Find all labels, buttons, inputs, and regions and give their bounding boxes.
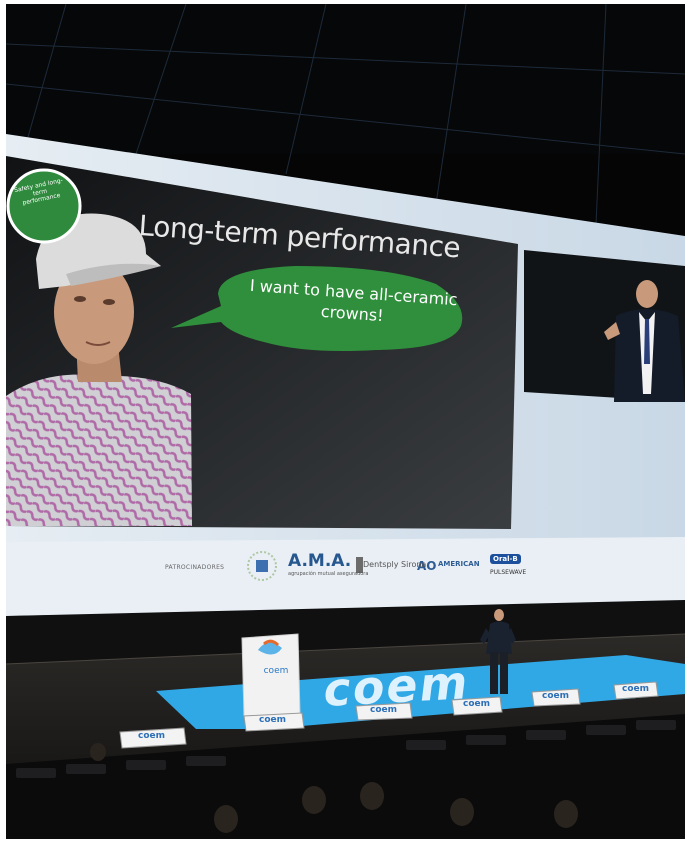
sponsor-ama-tagline: agrupación mutual aseguradora: [288, 571, 369, 577]
sponsor-oralb-logo: Oral-B: [490, 554, 521, 564]
floor-mat-logo: coem: [320, 654, 474, 718]
podium-logo: coem: [263, 666, 289, 676]
sponsor-dentsply-logo: Dentsply Sirona: [363, 560, 427, 569]
sponsor-american-logo: AMERICAN: [438, 560, 480, 568]
slide-person-shirt: [6, 374, 192, 526]
sponsor-oralb-tagline: PULSEWAVE: [490, 569, 527, 576]
floor-sign-logo: coem: [463, 699, 490, 709]
floor-sign-logo: coem: [542, 691, 569, 701]
conference-photo: AO Long-term performance I want to have …: [6, 4, 685, 839]
floor-sign-logo: coem: [138, 731, 165, 741]
sponsors-label: PATROCINADORES: [165, 564, 225, 571]
floor-sign-logo: coem: [370, 705, 397, 715]
ceiling: [6, 4, 685, 154]
sponsor-ama-logo: A.M.A.: [288, 551, 352, 571]
floor-sign-logo: coem: [622, 684, 649, 694]
floor-sign-logo: coem: [259, 715, 286, 725]
